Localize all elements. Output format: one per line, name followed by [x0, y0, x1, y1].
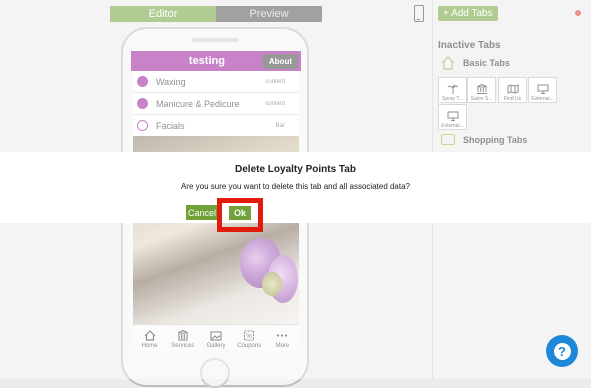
editor-tab[interactable]: Editor — [110, 6, 216, 22]
menu-item-right-text: content — [265, 78, 285, 85]
preview-tab[interactable]: Preview — [216, 6, 322, 22]
phone-device-icon[interactable] — [414, 5, 424, 22]
tab-tile-find-us[interactable]: Find Us — [498, 77, 527, 103]
about-button[interactable]: About — [262, 53, 298, 69]
monitor-icon — [537, 84, 548, 94]
tile-label: Find Us — [503, 96, 522, 102]
bank-icon — [177, 330, 189, 341]
tab-home[interactable]: Home — [133, 325, 166, 351]
inactive-tabs-heading: Inactive Tabs — [438, 40, 501, 51]
shopping-icon — [441, 134, 455, 145]
gallery-icon — [210, 331, 222, 341]
svg-text:%: % — [247, 334, 253, 340]
tile-label: Salon S... — [470, 96, 493, 102]
phone-speaker — [192, 38, 238, 42]
ok-button[interactable]: Ok — [229, 206, 251, 220]
notification-dot — [575, 10, 581, 16]
tab-label: Coupons — [237, 343, 262, 349]
coupon-icon: % — [244, 330, 255, 341]
tab-label: More — [275, 343, 290, 349]
add-tabs-button[interactable]: + Add Tabs — [438, 6, 498, 21]
bank-icon — [476, 84, 487, 94]
shopping-tabs-section[interactable]: Shopping Tabs — [441, 134, 527, 145]
cancel-button[interactable]: Cancel — [186, 205, 218, 220]
tab-more[interactable]: More — [266, 325, 299, 351]
monitor-icon — [447, 111, 458, 121]
menu-item-right-text: Bar — [275, 122, 285, 129]
home-icon — [144, 330, 156, 341]
palm-tree-icon — [447, 84, 458, 94]
waxing-icon — [137, 76, 148, 87]
help-button[interactable]: ? — [546, 335, 578, 367]
tab-coupons[interactable]: % Coupons — [233, 325, 266, 351]
map-icon — [507, 84, 518, 94]
tab-tile-external-1[interactable]: External... — [528, 77, 557, 103]
tab-gallery[interactable]: Gallery — [199, 325, 232, 351]
orchid-bud — [262, 272, 282, 296]
menu-item-manicure[interactable]: Manicure & Pedicure content — [133, 93, 299, 115]
question-mark-icon: ? — [553, 342, 571, 360]
phone-home-button — [200, 358, 230, 388]
shopping-tabs-label: Shopping Tabs — [463, 134, 528, 145]
tab-tile-external-2[interactable]: External... — [438, 104, 467, 130]
tile-label: External... — [441, 123, 464, 129]
tile-label: External... — [531, 96, 554, 102]
hand-icon — [137, 98, 148, 109]
editor-preview-toggle: Editor Preview — [110, 6, 322, 22]
basic-tabs-label: Basic Tabs — [463, 58, 510, 68]
home-icon — [441, 56, 455, 70]
face-icon — [137, 120, 148, 131]
tab-label: Home — [141, 343, 158, 349]
tab-label: Gallery — [206, 343, 226, 349]
more-dots-icon — [277, 334, 288, 337]
app-title: testing — [188, 55, 225, 67]
app-header: testing About — [131, 51, 301, 71]
tab-tile-salon[interactable]: Salon S... — [467, 77, 496, 103]
tab-tile-spray[interactable]: Spray T... — [438, 77, 467, 103]
menu-item-facials[interactable]: Facials Bar — [133, 115, 299, 137]
tab-label: Services — [171, 343, 195, 349]
menu-item-label: Manicure & Pedicure — [156, 98, 240, 109]
basic-tabs-section[interactable]: Basic Tabs — [441, 56, 510, 70]
menu-item-waxing[interactable]: Waxing content — [133, 71, 299, 93]
menu-item-label: Waxing — [156, 76, 186, 87]
dialog-title: Delete Loyalty Points Tab — [235, 164, 356, 175]
menu-item-label: Facials — [156, 120, 185, 131]
tab-services[interactable]: Services — [166, 325, 199, 351]
app-tab-bar: Home Services Gallery % Coupons More — [133, 324, 299, 351]
dialog-message: Are you sure you want to delete this tab… — [180, 182, 411, 191]
tile-label: Spray T... — [441, 96, 464, 102]
menu-item-right-text: content — [265, 100, 285, 107]
